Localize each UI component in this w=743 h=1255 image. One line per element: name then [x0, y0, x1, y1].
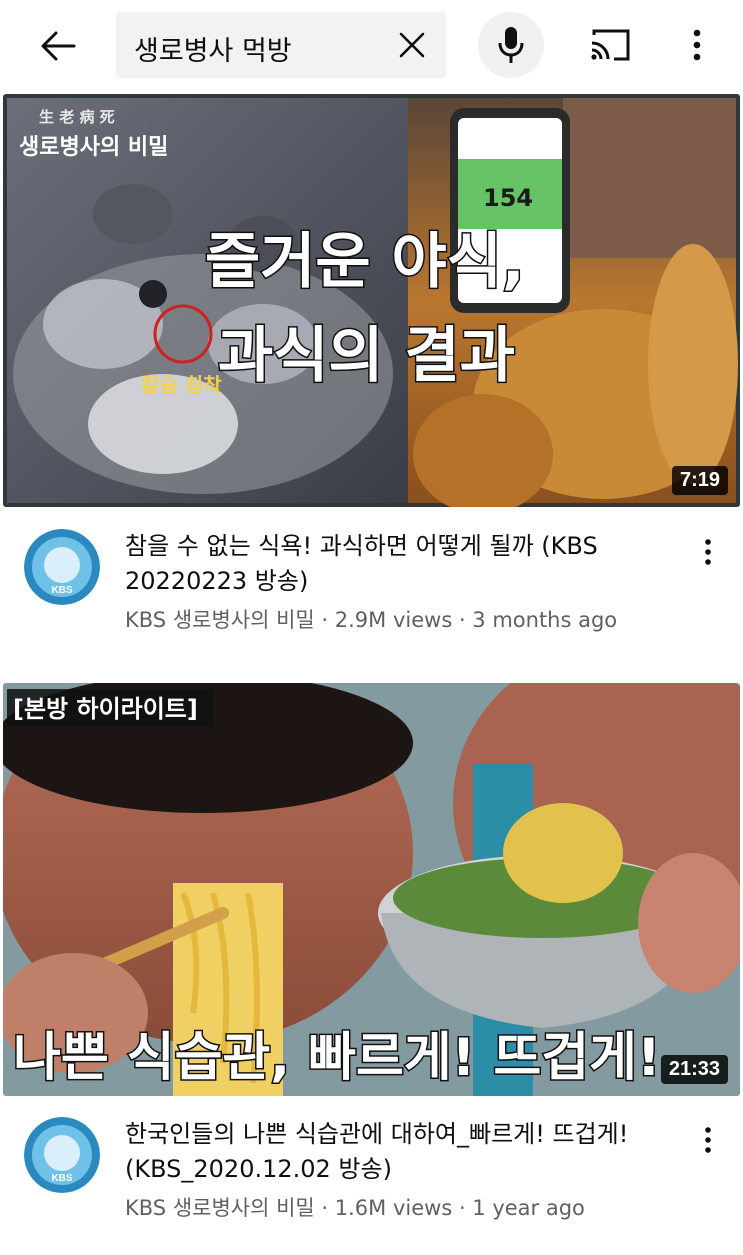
more-vert-icon — [705, 539, 711, 565]
thumbnail-tag: [본방 하이라이트] — [13, 695, 198, 723]
thumbnail-logo-title: 생로병사의 비밀 — [19, 135, 168, 160]
upload-age: 1 year ago — [472, 1196, 585, 1220]
video-result-2[interactable]: [본방 하이라이트] 나쁜 식습관, 빠르게! 뜨겁게! 21:33 KBS 한… — [0, 683, 743, 1243]
channel-avatar[interactable]: KBS — [24, 1117, 100, 1193]
arrow-left-icon — [41, 31, 76, 61]
mic-icon — [498, 27, 524, 63]
top-bar: 생로병사 먹방 — [0, 0, 743, 90]
avatar-label: KBS — [51, 585, 72, 596]
video-thumbnail[interactable]: [본방 하이라이트] 나쁜 식습관, 빠르게! 뜨겁게! 21:33 — [3, 683, 740, 1096]
thumbnail-image: [본방 하이라이트] 나쁜 식습관, 빠르게! 뜨겁게! — [3, 683, 740, 1096]
thumbnail-image: 生 老 病 死 생로병사의 비밀 칼슘 침착 154 즐거운 야식, 과식의 결… — [3, 94, 740, 507]
video-title[interactable]: 한국인들의 나쁜 식습관에 대하여_빠르게! 뜨겁게! (KBS_2020.12… — [125, 1117, 665, 1187]
avatar-label: KBS — [51, 1173, 72, 1184]
search-query-text: 생로병사 먹방 — [134, 36, 292, 67]
video-duration: 21:33 — [660, 1055, 728, 1084]
view-count: 2.9M views — [334, 608, 453, 632]
video-duration: 7:19 — [671, 466, 728, 495]
more-vert-icon — [705, 1127, 711, 1153]
kbs-logo-icon: KBS — [24, 1117, 100, 1193]
channel-name[interactable]: KBS 생로병사의 비밀 — [125, 1196, 315, 1220]
cast-icon — [591, 29, 630, 61]
video-title[interactable]: 참을 수 없는 식욕! 과식하면 어떻게 될까 (KBS 20220223 방송… — [125, 529, 665, 599]
meta-separator: · — [314, 608, 335, 632]
thumbnail-glucose-value: 154 — [483, 184, 533, 212]
thumbnail-headline-line1: 즐거운 야식, — [205, 227, 525, 297]
video-metadata: KBS 생로병사의 비밀 · 2.9M views · 3 months ago — [125, 604, 685, 634]
thumbnail-logo-hanja: 生 老 病 死 — [39, 108, 115, 126]
meta-separator: · — [452, 608, 473, 632]
meta-separator: · — [452, 1196, 473, 1220]
back-button[interactable] — [30, 18, 86, 74]
meta-separator: · — [314, 1196, 335, 1220]
cast-button[interactable] — [585, 22, 635, 68]
thumbnail-annotation: 칼슘 침착 — [141, 373, 222, 397]
video-metadata: KBS 생로병사의 비밀 · 1.6M views · 1 year ago — [125, 1192, 685, 1222]
video-result-1[interactable]: 生 老 病 死 생로병사의 비밀 칼슘 침착 154 즐거운 야식, 과식의 결… — [0, 94, 743, 654]
clear-search-button[interactable] — [392, 25, 432, 65]
video-action-menu-button[interactable] — [688, 1118, 728, 1162]
channel-name[interactable]: KBS 생로병사의 비밀 — [125, 608, 315, 632]
video-thumbnail[interactable]: 生 老 病 死 생로병사의 비밀 칼슘 침착 154 즐거운 야식, 과식의 결… — [3, 94, 740, 507]
voice-search-button[interactable] — [478, 12, 544, 78]
thumbnail-headline: 나쁜 식습관, 빠르게! 뜨겁게! — [13, 1028, 661, 1088]
video-action-menu-button[interactable] — [688, 530, 728, 574]
more-vert-icon — [693, 29, 701, 61]
close-icon — [399, 32, 425, 58]
search-input[interactable]: 생로병사 먹방 — [116, 12, 446, 78]
more-options-button[interactable] — [674, 22, 720, 68]
view-count: 1.6M views — [334, 1196, 453, 1220]
upload-age: 3 months ago — [472, 608, 618, 632]
kbs-logo-icon: KBS — [24, 529, 100, 605]
channel-avatar[interactable]: KBS — [24, 529, 100, 605]
thumbnail-headline-line2: 과식의 결과 — [218, 321, 515, 391]
